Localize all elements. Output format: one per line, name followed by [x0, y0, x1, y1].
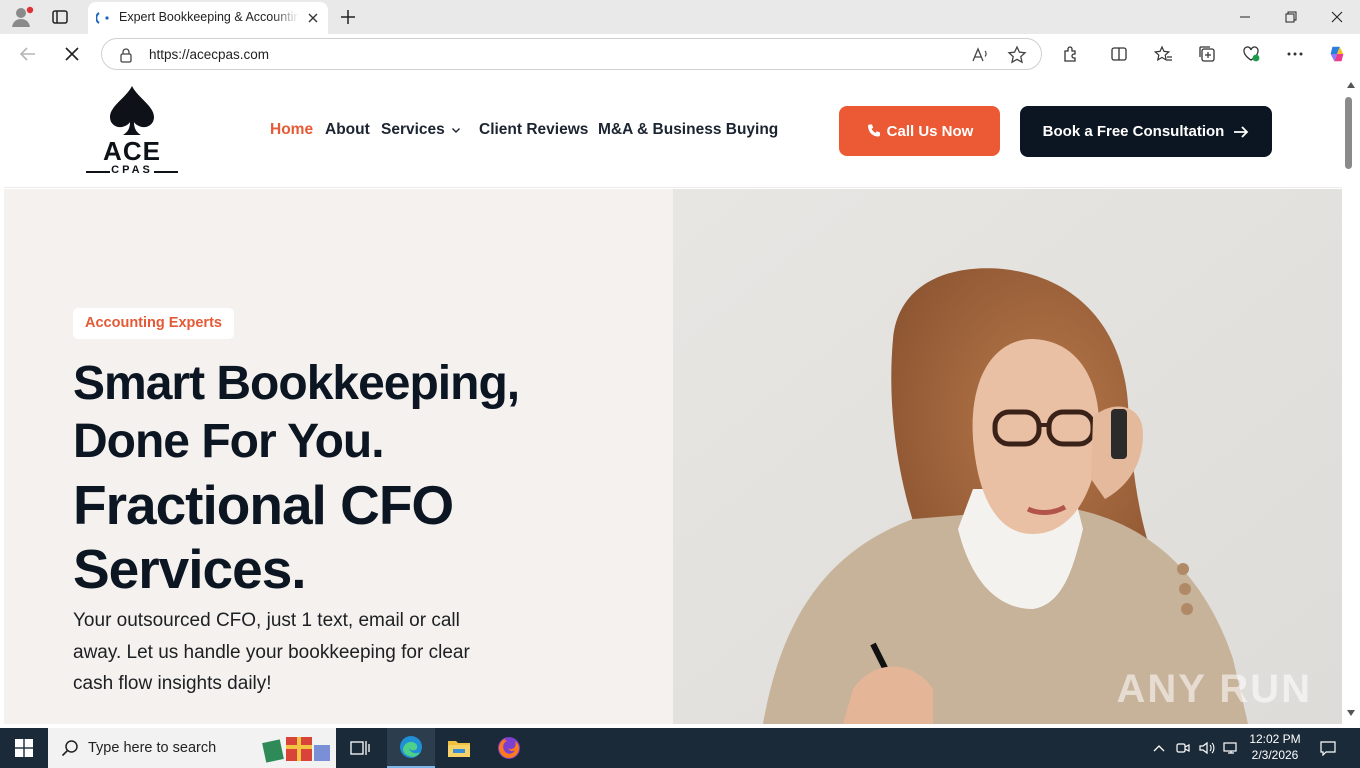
- browser-tab-strip: Expert Bookkeeping & Accounting Services: [0, 0, 1360, 34]
- restore-icon[interactable]: [1268, 0, 1314, 34]
- nav-client-reviews[interactable]: Client Reviews: [479, 121, 588, 139]
- scroll-down-icon[interactable]: [1347, 710, 1355, 716]
- more-options-icon[interactable]: [1285, 44, 1305, 64]
- nav-services[interactable]: Services: [381, 121, 461, 139]
- page-scrollbar[interactable]: [1342, 74, 1360, 724]
- taskbar-search-box[interactable]: Type here to search: [48, 728, 336, 768]
- search-placeholder: Type here to search: [88, 740, 217, 756]
- anyrun-watermark: ANY RUN: [1116, 667, 1312, 711]
- file-explorer-icon[interactable]: [435, 728, 483, 768]
- new-tab-icon[interactable]: [338, 7, 358, 27]
- phone-icon: [867, 124, 880, 137]
- nav-about[interactable]: About: [325, 121, 370, 139]
- chevron-down-icon: [451, 127, 460, 133]
- show-hidden-icons-icon[interactable]: [1150, 728, 1168, 768]
- split-screen-icon[interactable]: [1109, 44, 1129, 64]
- book-consultation-label: Book a Free Consultation: [1042, 123, 1225, 140]
- scroll-up-icon[interactable]: [1347, 82, 1355, 88]
- ace-cpas-logo[interactable]: ACE CPAS: [86, 84, 178, 178]
- hero-headline-secondary: Fractional CFO Services.: [73, 474, 454, 600]
- address-bar[interactable]: https://acecpas.com: [101, 38, 1042, 70]
- nav-home[interactable]: Home: [270, 121, 313, 139]
- tab-loading-icon: [95, 11, 112, 25]
- hero-headline: Smart Bookkeeping, Done For You. Fractio…: [73, 355, 593, 601]
- hero-headline-primary: Smart Bookkeeping, Done For You.: [73, 357, 520, 468]
- site-header: ACE CPAS Home About Services Client Revi…: [4, 74, 1342, 188]
- hero-badge: Accounting Experts: [73, 308, 234, 339]
- search-highlight-gifts-icon: [262, 737, 330, 763]
- browser-essentials-icon[interactable]: [1241, 44, 1261, 64]
- arrow-right-icon: [1234, 125, 1249, 138]
- nav-mna-business-buying[interactable]: M&A & Business Buying: [598, 121, 778, 139]
- hero-text-panel: Accounting Experts Smart Bookkeeping, Do…: [4, 189, 673, 724]
- profile-icon[interactable]: [10, 6, 34, 28]
- task-view-icon[interactable]: [336, 728, 384, 768]
- notifications-icon[interactable]: [1316, 728, 1340, 768]
- logo-rule-right: [154, 171, 178, 173]
- firefox-icon[interactable]: [485, 728, 533, 768]
- hero-subtext: Your outsourced CFO, just 1 text, email …: [73, 610, 470, 694]
- browser-toolbar: https://acecpas.com: [0, 34, 1360, 74]
- lock-icon[interactable]: [119, 47, 133, 63]
- edge-icon[interactable]: [387, 728, 435, 768]
- logo-wordmark: ACE: [103, 136, 161, 166]
- extensions-icon[interactable]: [1061, 44, 1081, 64]
- volume-icon[interactable]: [1197, 728, 1217, 768]
- nav-services-label: Services: [381, 121, 445, 138]
- page-viewport: ACE CPAS Home About Services Client Revi…: [4, 74, 1342, 724]
- copilot-icon[interactable]: [1327, 44, 1347, 64]
- book-consultation-button[interactable]: Book a Free Consultation: [1020, 106, 1272, 157]
- tab-actions-icon[interactable]: [50, 7, 70, 27]
- browser-tab-active[interactable]: Expert Bookkeeping & Accounting Services: [88, 2, 328, 34]
- back-icon[interactable]: [18, 44, 38, 64]
- taskbar-clock[interactable]: 12:02 PM 2/3/2026: [1240, 731, 1310, 763]
- stop-loading-icon[interactable]: [62, 44, 82, 64]
- network-icon[interactable]: [1221, 728, 1241, 768]
- call-us-now-button[interactable]: Call Us Now: [839, 106, 1000, 156]
- clock-date: 2/3/2026: [1251, 748, 1299, 762]
- close-window-icon[interactable]: [1314, 0, 1360, 34]
- minimize-icon[interactable]: [1222, 0, 1268, 34]
- woman-with-phone-illustration: [673, 189, 1342, 724]
- tab-title: Expert Bookkeeping & Accounting Services: [119, 10, 299, 24]
- clock-time: 12:02 PM: [1249, 732, 1301, 746]
- scrollbar-thumb[interactable]: [1345, 97, 1352, 169]
- read-aloud-icon[interactable]: [971, 46, 989, 64]
- favorite-star-icon[interactable]: [1007, 45, 1027, 65]
- search-icon: [61, 740, 78, 757]
- windows-start-icon[interactable]: [0, 728, 48, 768]
- collections-icon[interactable]: [1197, 44, 1217, 64]
- meet-now-icon[interactable]: [1174, 728, 1192, 768]
- call-us-now-label: Call Us Now: [886, 122, 974, 140]
- logo-subtitle: CPAS: [111, 164, 153, 176]
- url-text[interactable]: https://acecpas.com: [149, 47, 269, 62]
- spade-icon: [110, 86, 154, 135]
- hero-photo: ANY RUN: [673, 189, 1342, 724]
- tab-close-icon[interactable]: [306, 11, 320, 25]
- favorites-icon[interactable]: [1153, 44, 1173, 64]
- windows-taskbar: Type here to search 12:02 PM 2/3/2026: [0, 728, 1360, 768]
